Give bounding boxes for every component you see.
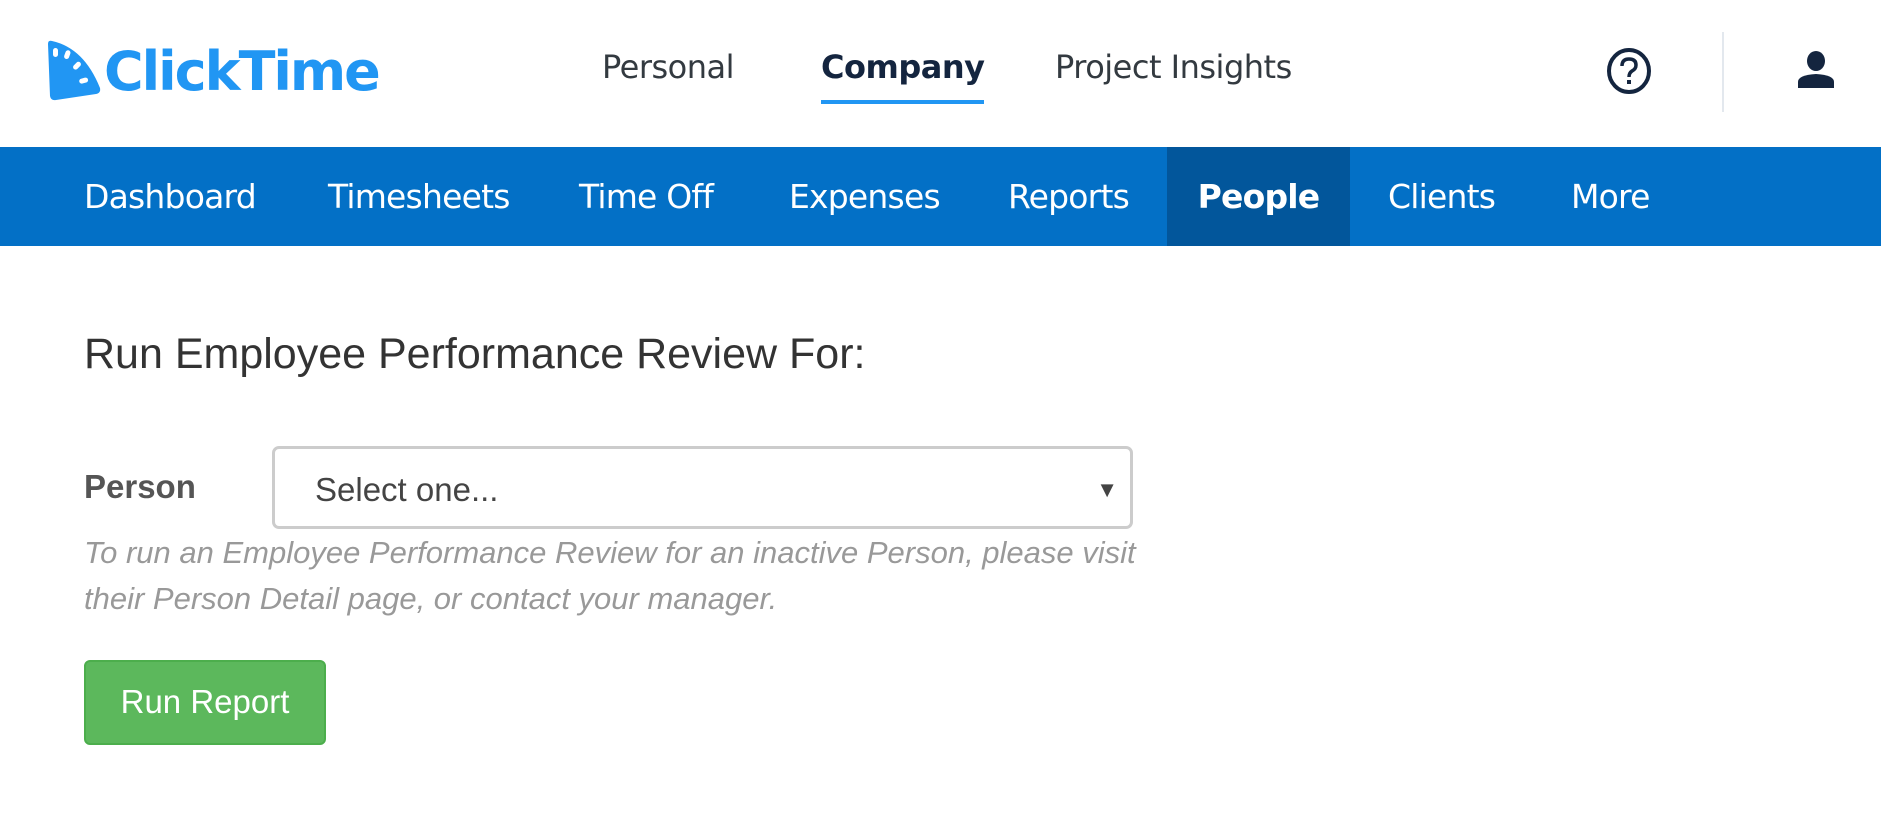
user-icon[interactable] [1796, 50, 1836, 90]
top-nav-project-insights[interactable]: Project Insights [1055, 48, 1292, 86]
run-report-button[interactable]: Run Report [84, 660, 326, 745]
nav-dashboard[interactable]: Dashboard [46, 147, 294, 246]
nav-timesheets[interactable]: Timesheets [290, 147, 548, 246]
nav-expenses[interactable]: Expenses [751, 147, 978, 246]
caret-down-icon: ▼ [1096, 477, 1118, 502]
main-nav: Dashboard Timesheets Time Off Expenses R… [0, 147, 1881, 246]
header-divider [1722, 32, 1724, 112]
nav-reports[interactable]: Reports [970, 147, 1167, 246]
nav-people[interactable]: People [1167, 147, 1350, 246]
logo-text: ClickTime [104, 39, 381, 103]
top-nav-company[interactable]: Company [821, 48, 985, 104]
person-select-value: Select one... [315, 471, 499, 508]
nav-clients[interactable]: Clients [1350, 147, 1533, 246]
nav-more[interactable]: More [1533, 147, 1688, 246]
help-circle-icon[interactable] [1606, 48, 1652, 94]
page-title: Run Employee Performance Review For: [84, 330, 866, 378]
help-text: To run an Employee Performance Review fo… [84, 535, 1136, 616]
person-select[interactable]: Select one... ▼ [272, 446, 1133, 529]
top-nav-personal[interactable]: Personal [602, 48, 735, 86]
person-label: Person [84, 468, 196, 505]
clock-logo-icon [48, 40, 101, 101]
top-header: ClickTime Personal Company Project Insig… [0, 0, 1881, 147]
clicktime-logo[interactable]: ClickTime [44, 39, 381, 103]
nav-time-off[interactable]: Time Off [541, 147, 751, 246]
